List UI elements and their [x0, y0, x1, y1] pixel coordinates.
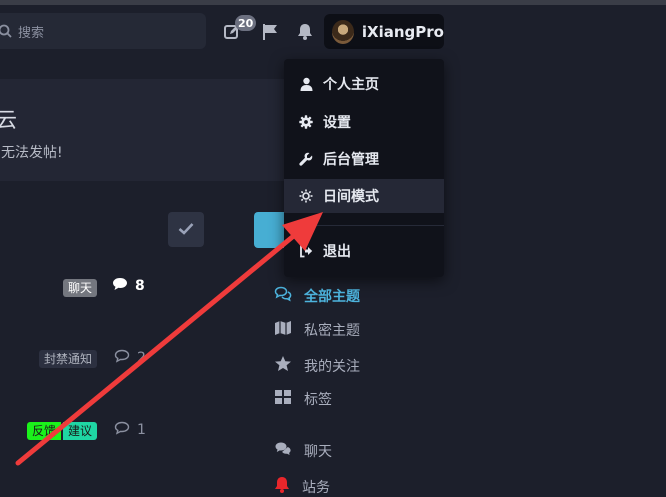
annotation-arrow — [15, 212, 323, 466]
